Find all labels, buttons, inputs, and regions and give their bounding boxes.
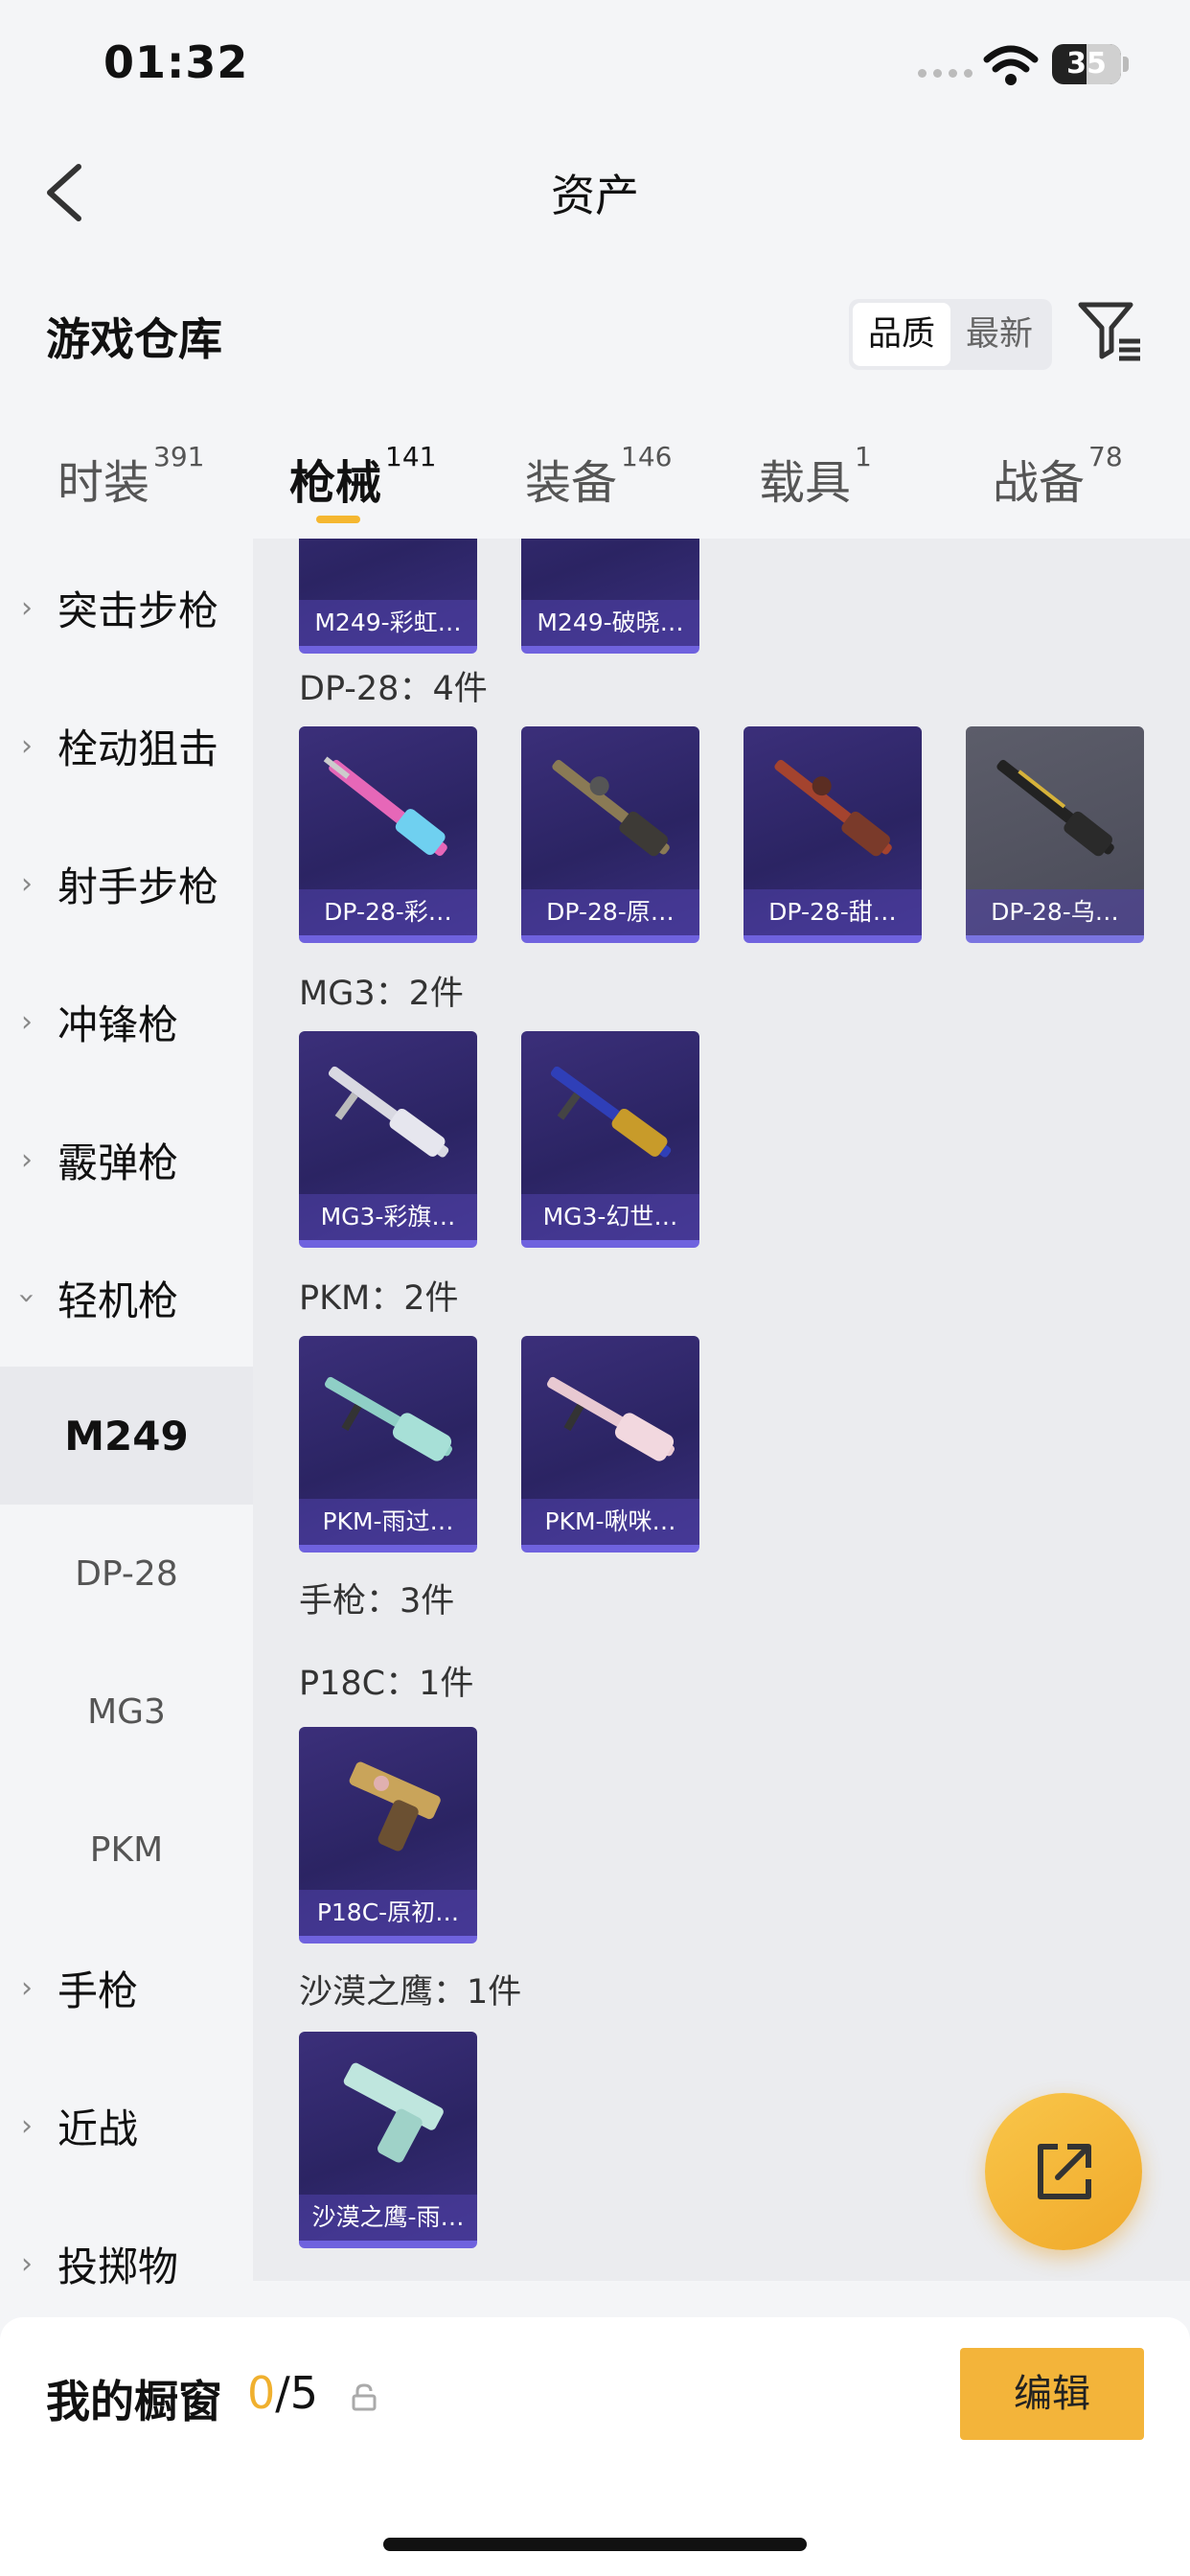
external-link-icon bbox=[1038, 2144, 1091, 2199]
tab-firearms[interactable]: 枪械 141 bbox=[289, 441, 436, 512]
status-time: 01:32 bbox=[103, 36, 249, 88]
group-title-mg3: MG3：2件 bbox=[299, 975, 464, 1013]
group-title-p18c: P18C：1件 bbox=[299, 1665, 474, 1703]
sidebar-item-bolt-sniper[interactable]: › 栓动狙击 bbox=[0, 677, 253, 815]
weapon-image-icon bbox=[996, 759, 1114, 857]
sidebar-item-pistol[interactable]: › 手枪 bbox=[0, 1919, 253, 2057]
status-bar: 01:32 35 bbox=[0, 0, 1190, 134]
weapon-card-label: DP-28-彩… bbox=[299, 889, 477, 935]
weapon-image-icon bbox=[547, 1376, 675, 1461]
tab-count: 1 bbox=[855, 441, 872, 472]
sidebar-item-throwable[interactable]: › 投掷物 bbox=[0, 2195, 253, 2319]
weapon-card-m249-dawn[interactable]: M249-破晓… bbox=[521, 539, 699, 654]
weapon-image-icon bbox=[325, 1376, 452, 1461]
sort-option-newest[interactable]: 最新 bbox=[950, 303, 1048, 366]
sort-toggle: 品质 最新 bbox=[849, 299, 1052, 370]
group-title-desert-eagle: 沙漠之鹰：1件 bbox=[299, 1973, 522, 2012]
edit-button[interactable]: 编辑 bbox=[960, 2348, 1144, 2440]
chevron-right-icon: › bbox=[21, 1970, 33, 2005]
app-root: 01:32 35 资产 游戏仓库 品质 最新 时装 391 枪械 141 装备 146 bbox=[0, 0, 1190, 2576]
chevron-right-icon: › bbox=[21, 1004, 33, 1039]
sidebar-sub-dp28[interactable]: DP-28 bbox=[0, 1505, 253, 1643]
sidebar-item-marksman-rifle[interactable]: › 射手步枪 bbox=[0, 815, 253, 953]
home-indicator bbox=[383, 2538, 807, 2551]
weapon-card-label: PKM-啾咪… bbox=[521, 1499, 699, 1545]
weapon-card-label: MG3-幻世… bbox=[521, 1194, 699, 1240]
page-title: 资产 bbox=[551, 170, 639, 221]
group-title-partial: R1895：1件 bbox=[299, 2271, 496, 2281]
weapon-card-label: 沙漠之鹰-雨… bbox=[299, 2195, 477, 2241]
weapon-card-label: P18C-原初… bbox=[299, 1890, 477, 1936]
weapon-image-icon bbox=[323, 756, 447, 857]
chevron-right-icon: › bbox=[21, 2108, 33, 2143]
weapon-card-pkm-2[interactable]: PKM-啾咪… bbox=[521, 1336, 699, 1552]
tab-count: 146 bbox=[621, 441, 673, 472]
weapon-image-icon bbox=[550, 1066, 672, 1158]
showcase-label: 我的橱窗 bbox=[46, 2376, 222, 2427]
active-tab-indicator bbox=[316, 516, 360, 523]
tab-fashion[interactable]: 时装 391 bbox=[57, 441, 204, 512]
filter-icon[interactable] bbox=[1075, 297, 1144, 366]
lock-icon bbox=[352, 2383, 377, 2411]
chevron-right-icon: › bbox=[21, 2246, 33, 2281]
sidebar-item-smg[interactable]: › 冲锋枪 bbox=[0, 953, 253, 1091]
tab-count: 78 bbox=[1088, 441, 1123, 472]
weapon-card-dp28-4[interactable]: DP-28-乌… bbox=[966, 726, 1144, 943]
chevron-right-icon: › bbox=[21, 866, 33, 901]
weapon-card-dp28-1[interactable]: DP-28-彩… bbox=[299, 726, 477, 943]
sidebar-sub-m249[interactable]: M249 bbox=[0, 1367, 253, 1505]
weapon-image-icon bbox=[343, 2062, 444, 2163]
chevron-down-icon: › bbox=[10, 1292, 44, 1303]
showcase-count: 0/5 bbox=[247, 2367, 319, 2419]
sidebar-item-assault-rifle[interactable]: › 突击步枪 bbox=[0, 539, 253, 677]
chevron-right-icon: › bbox=[21, 1142, 33, 1177]
category-tabs: 时装 391 枪械 141 装备 146 载具 1 战备 78 bbox=[0, 441, 1190, 537]
weapon-card-desert-eagle[interactable]: 沙漠之鹰-雨… bbox=[299, 2032, 477, 2248]
sidebar-sub-pkm[interactable]: PKM bbox=[0, 1781, 253, 1919]
group-title-pkm: PKM：2件 bbox=[299, 1279, 459, 1318]
tab-count: 391 bbox=[153, 441, 205, 472]
group-title-dp28: DP-28：4件 bbox=[299, 670, 488, 708]
sidebar-sub-mg3[interactable]: MG3 bbox=[0, 1643, 253, 1781]
tab-supplies[interactable]: 战备 78 bbox=[993, 441, 1123, 512]
weapon-list: M249-彩虹… M249-破晓… DP-28：4件 DP-28-彩… DP-2… bbox=[253, 539, 1190, 2281]
weapon-type-sidebar: › 突击步枪 › 栓动狙击 › 射手步枪 › 冲锋枪 › 霰弹枪 › 轻机枪 M249 DP… bbox=[0, 539, 253, 2319]
nav-bar: 资产 bbox=[0, 134, 1190, 249]
weapon-card-m249-rainbow[interactable]: M249-彩虹… bbox=[299, 539, 477, 654]
weapon-card-dp28-2[interactable]: DP-28-原… bbox=[521, 726, 699, 943]
share-fab-button[interactable] bbox=[985, 2093, 1142, 2250]
sidebar-item-melee[interactable]: › 近战 bbox=[0, 2057, 253, 2195]
weapon-card-label: M249-彩虹… bbox=[299, 600, 477, 646]
tab-count: 141 bbox=[385, 441, 437, 472]
weapon-image-icon bbox=[774, 759, 892, 857]
weapon-image-icon bbox=[328, 1066, 449, 1158]
tab-equipment[interactable]: 装备 146 bbox=[525, 441, 672, 512]
weapon-card-label: DP-28-甜… bbox=[744, 889, 922, 935]
tab-vehicles[interactable]: 载具 1 bbox=[759, 441, 872, 512]
weapon-image-icon bbox=[552, 759, 670, 857]
weapon-card-label: M249-破晓… bbox=[521, 600, 699, 646]
warehouse-title: 游戏仓库 bbox=[46, 313, 222, 365]
sidebar-item-lmg[interactable]: › 轻机枪 bbox=[0, 1229, 253, 1367]
group-title-pistol: 手枪：3件 bbox=[299, 1582, 455, 1621]
sidebar-item-shotgun[interactable]: › 霰弹枪 bbox=[0, 1091, 253, 1229]
weapon-card-label: MG3-彩旗… bbox=[299, 1194, 477, 1240]
weapon-card-label: PKM-雨过… bbox=[299, 1499, 477, 1545]
weapon-card-pkm-1[interactable]: PKM-雨过… bbox=[299, 1336, 477, 1552]
chevron-right-icon: › bbox=[21, 590, 33, 625]
sort-option-quality[interactable]: 品质 bbox=[853, 303, 950, 366]
wifi-icon bbox=[983, 45, 1039, 85]
cellular-signal-icon bbox=[918, 69, 973, 78]
weapon-card-label: DP-28-乌… bbox=[966, 889, 1144, 935]
weapon-image-icon bbox=[349, 1761, 441, 1852]
battery-icon: 35 bbox=[1052, 44, 1129, 84]
showcase-bar: 我的橱窗 0/5 编辑 bbox=[0, 2317, 1190, 2576]
weapon-card-mg3-2[interactable]: MG3-幻世… bbox=[521, 1031, 699, 1248]
weapon-card-p18c[interactable]: P18C-原初… bbox=[299, 1727, 477, 1944]
battery-level: 35 bbox=[1066, 47, 1107, 80]
weapon-card-mg3-1[interactable]: MG3-彩旗… bbox=[299, 1031, 477, 1248]
weapon-card-dp28-3[interactable]: DP-28-甜… bbox=[744, 726, 922, 943]
chevron-right-icon: › bbox=[21, 728, 33, 763]
weapon-card-label: DP-28-原… bbox=[521, 889, 699, 935]
